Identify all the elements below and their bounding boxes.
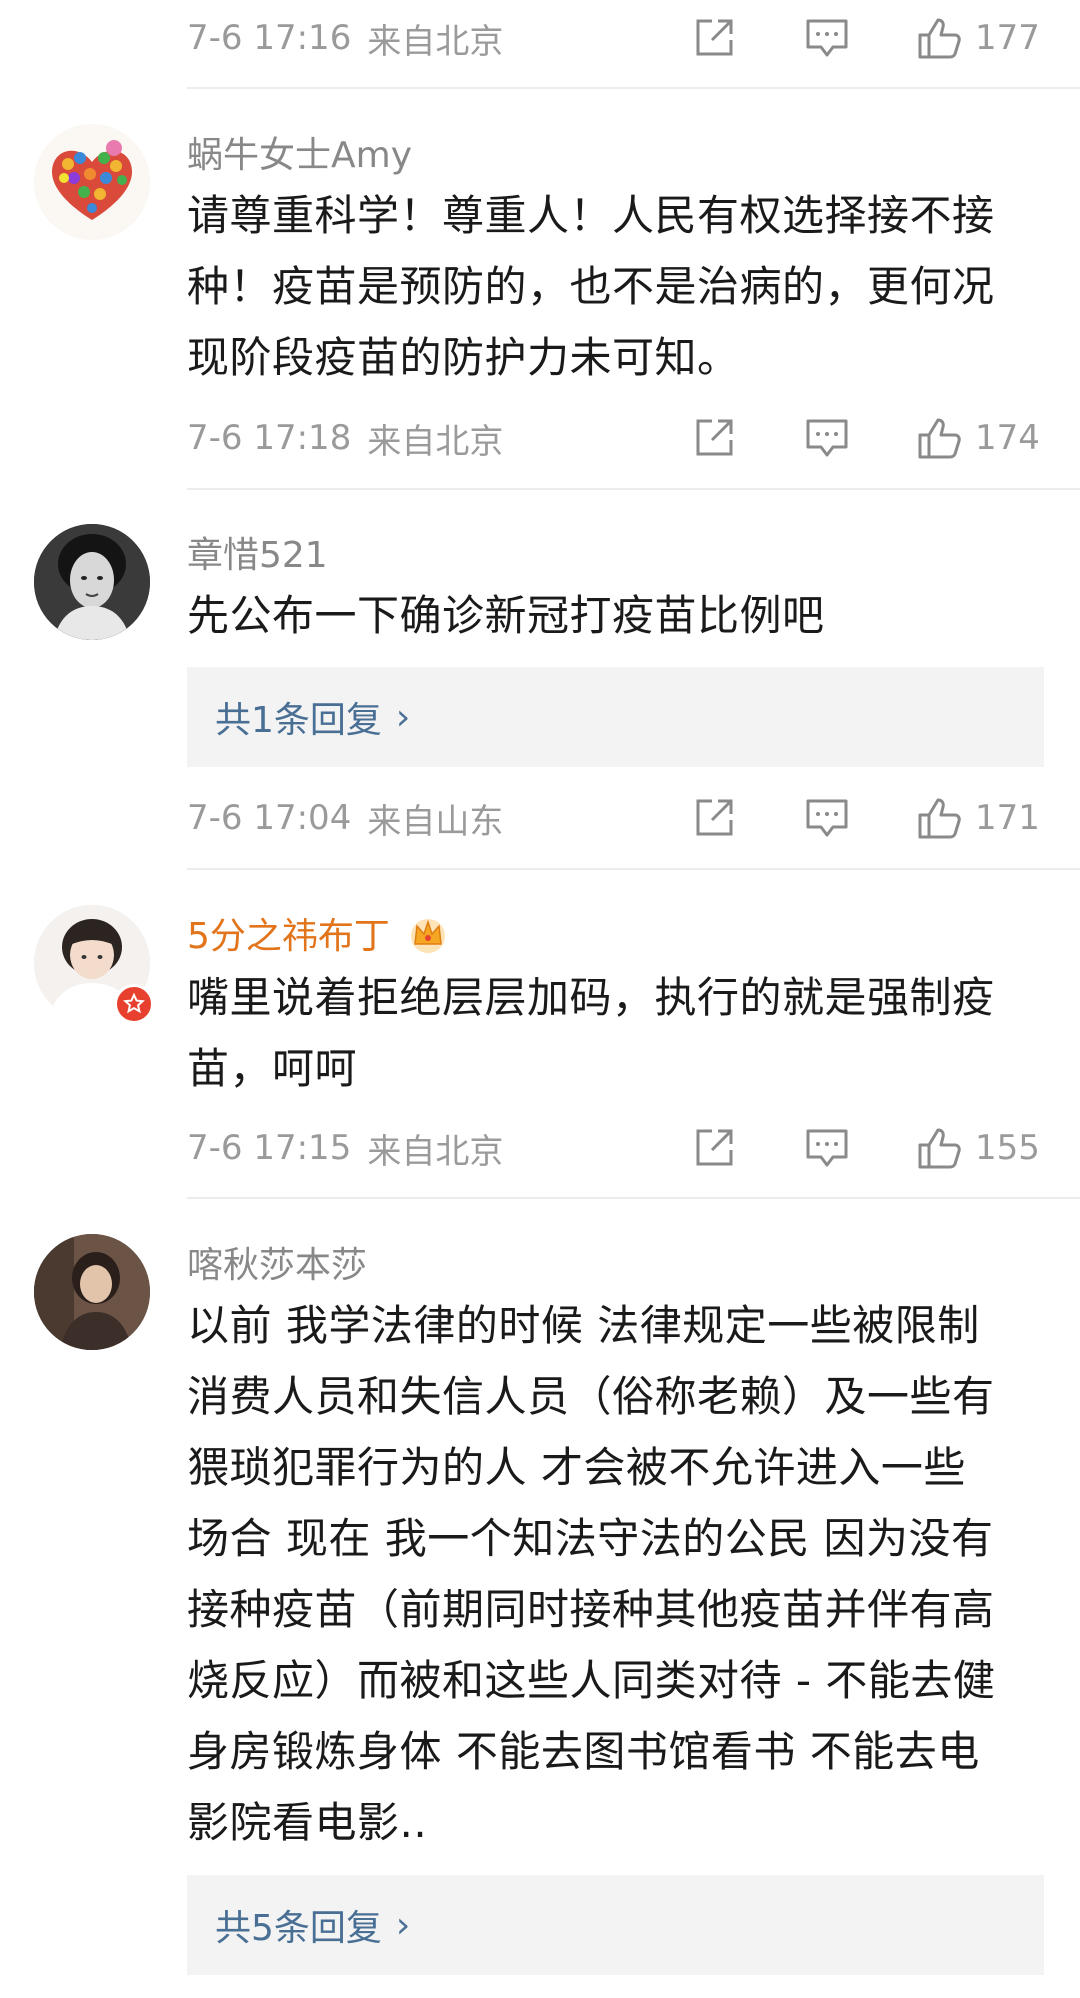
comment-username[interactable]: 5分之祎布丁	[187, 907, 449, 959]
like-count: 171	[975, 798, 1040, 838]
divider	[187, 1197, 1080, 1199]
comment-source: 来自山东	[367, 801, 504, 842]
repost-icon	[696, 419, 733, 456]
divider	[187, 488, 1080, 490]
repost-icon	[696, 19, 733, 56]
chevron-right-icon: ›	[395, 1904, 411, 1946]
comment-text: 先公布一下确诊新冠打疫苗比例吧	[187, 580, 1047, 651]
divider	[187, 868, 1080, 870]
comment-source: 来自北京	[367, 1131, 504, 1172]
comment-button[interactable]	[804, 8, 850, 68]
woman-avatar	[34, 1234, 150, 1350]
like-count: 155	[975, 1128, 1040, 1168]
comment-source: 来自北京	[367, 421, 504, 462]
comment-text-line: 种！疫苗是预防的，也不是治病的，更何况	[187, 262, 995, 311]
comment-username[interactable]: 章惜521	[187, 526, 328, 578]
comment-button[interactable]	[804, 788, 850, 848]
comment-time: 7-6 17:16	[187, 18, 352, 58]
comment-text-line: 苗，呵呵	[187, 1044, 358, 1093]
repost-button[interactable]	[692, 788, 736, 848]
verified-badge-icon	[114, 984, 154, 1024]
vip-username: 5分之祎布丁	[187, 916, 390, 957]
comment-text: 嘴里说着拒绝层层加码，执行的就是强制疫 苗，呵呵	[187, 962, 1047, 1104]
thumbs-up-icon	[918, 18, 961, 59]
comment-meta-row: 7-6 17:18 来自北京 174	[187, 408, 1044, 468]
like-count: 177	[975, 18, 1040, 58]
comment-text-line: 消费人员和失信人员（俗称老赖）及一些有	[187, 1372, 995, 1421]
repost-icon	[696, 799, 733, 836]
comment-text-line: 烧反应）而被和这些人同类对待 - 不能去健	[187, 1656, 996, 1705]
reply-count-label: 共5条回复	[215, 1908, 382, 1949]
comment-text-line: 猥琐犯罪行为的人 才会被不允许进入一些	[187, 1443, 966, 1492]
thumbs-up-icon	[918, 798, 961, 839]
comment-text-line: 以前 我学法律的时候 法律规定一些被限制	[187, 1301, 980, 1350]
crown-icon	[411, 919, 446, 953]
avatar[interactable]	[34, 524, 150, 640]
like-button[interactable]: 155	[917, 1118, 1040, 1178]
comment-meta-row: 7-6 17:16 来自北京 177	[187, 8, 1044, 68]
comment-icon	[806, 419, 848, 457]
avatar[interactable]	[34, 124, 150, 240]
avatar[interactable]	[34, 1234, 150, 1350]
comment-button[interactable]	[804, 1118, 850, 1178]
reply-count-label: 共1条回复	[215, 700, 382, 741]
comment-source: 来自北京	[367, 21, 504, 62]
comment-text-line: 接种疫苗（前期同时接种其他疫苗并伴有高	[187, 1585, 995, 1634]
candy-heart-avatar	[34, 124, 150, 240]
repost-icon	[696, 1129, 733, 1166]
comment-text-line: 现阶段疫苗的防护力未可知。	[187, 333, 740, 382]
comment-text-line: 嘴里说着拒绝层层加码，执行的就是强制疫	[187, 973, 995, 1022]
comment-feed: 7-6 17:16 来自北京 177 蜗牛女士Amy 请尊重科学！尊重人！人民有…	[0, 0, 1080, 1998]
comment-icon	[806, 19, 848, 57]
portrait-avatar	[34, 524, 150, 640]
divider	[187, 87, 1080, 89]
repost-button[interactable]	[692, 408, 736, 468]
comment-icon	[806, 1129, 848, 1167]
chevron-right-icon: ›	[395, 696, 411, 738]
comment-icon	[806, 799, 848, 837]
comment-time: 7-6 17:04	[187, 798, 352, 838]
comment-text-line: 场合 现在 我一个知法守法的公民 因为没有	[187, 1514, 994, 1563]
reply-summary-button[interactable]: 共1条回复 ›	[187, 667, 1044, 767]
comment-text-line: 影院看电影..	[187, 1798, 428, 1847]
comment-username[interactable]: 喀秋莎本莎	[187, 1236, 367, 1288]
like-button[interactable]: 174	[917, 408, 1040, 468]
like-button[interactable]: 171	[917, 788, 1040, 848]
comment-text-line: 身房锻炼身体 不能去图书馆看书 不能去电	[187, 1727, 980, 1776]
repost-button[interactable]	[692, 8, 736, 68]
comment-time: 7-6 17:15	[187, 1128, 352, 1168]
comment-meta-row: 7-6 17:04 来自山东 171	[187, 788, 1044, 848]
comment-text-line: 请尊重科学！尊重人！人民有权选择接不接	[187, 191, 995, 240]
repost-button[interactable]	[692, 1118, 736, 1178]
thumbs-up-icon	[918, 1128, 961, 1169]
comment-button[interactable]	[804, 408, 850, 468]
reply-summary-button[interactable]: 共5条回复 ›	[187, 1875, 1044, 1975]
thumbs-up-icon	[918, 418, 961, 459]
comment-text: 请尊重科学！尊重人！人民有权选择接不接 种！疫苗是预防的，也不是治病的，更何况 …	[187, 180, 1047, 393]
like-count: 174	[975, 418, 1040, 458]
comment-meta-row: 7-6 17:15 来自北京 155	[187, 1118, 1044, 1178]
like-button[interactable]: 177	[917, 8, 1040, 68]
comment-text-line: 先公布一下确诊新冠打疫苗比例吧	[187, 591, 825, 640]
comment-text: 以前 我学法律的时候 法律规定一些被限制 消费人员和失信人员（俗称老赖）及一些有…	[187, 1290, 1047, 1858]
comment-time: 7-6 17:18	[187, 418, 352, 458]
comment-username[interactable]: 蜗牛女士Amy	[187, 126, 412, 178]
